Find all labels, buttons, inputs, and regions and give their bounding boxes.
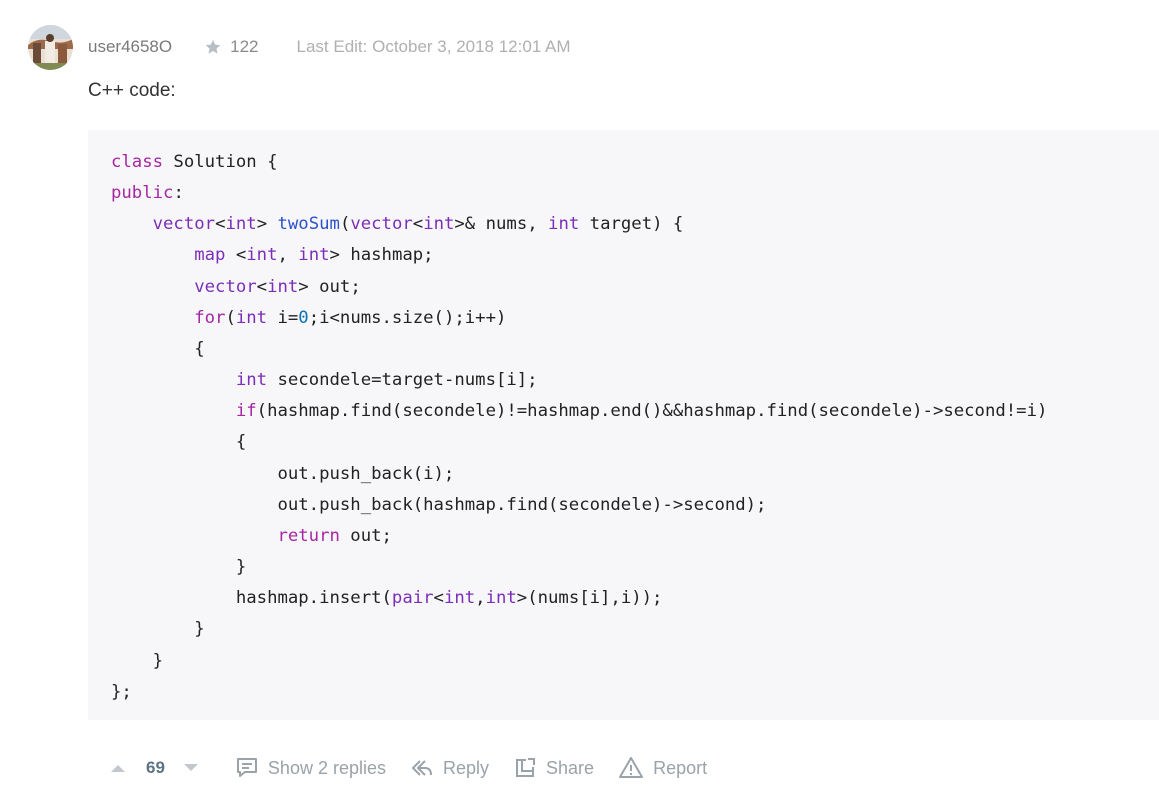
post-header: user4658O 122 Last Edit: October 3, 2018… <box>28 24 571 70</box>
post-intro-text: C++ code: <box>88 80 176 101</box>
comment-icon <box>236 758 257 777</box>
show-replies-button[interactable]: Show 2 replies <box>235 756 386 780</box>
share-icon <box>516 758 536 777</box>
reputation: 122 <box>204 37 259 57</box>
warning-icon <box>619 757 644 778</box>
show-replies-label: Show 2 replies <box>267 757 386 778</box>
report-button[interactable]: Report <box>618 756 707 780</box>
code-content: class Solution { public: vector<int> two… <box>111 152 1048 702</box>
reply-arrow-icon <box>412 760 432 776</box>
reply-button[interactable]: Reply <box>410 756 489 780</box>
reply-label: Reply <box>443 757 490 778</box>
last-edit-timestamp: Last Edit: October 3, 2018 12:01 AM <box>296 37 571 56</box>
report-label: Report <box>653 757 708 778</box>
code-block: class Solution { public: vector<int> two… <box>88 130 1159 720</box>
upvote-arrow-icon[interactable] <box>110 763 126 773</box>
downvote-arrow-icon[interactable] <box>183 763 199 773</box>
avatar[interactable] <box>28 24 73 70</box>
star-icon <box>205 39 221 54</box>
reputation-count: 122 <box>230 37 259 56</box>
vote-count: 69 <box>146 758 165 777</box>
avatar-image <box>28 24 73 70</box>
username[interactable]: user4658O <box>88 37 172 57</box>
post-actions: 69 Show 2 replies Reply Share Report <box>110 752 731 784</box>
share-label: Share <box>546 757 595 778</box>
share-button[interactable]: Share <box>513 756 594 780</box>
